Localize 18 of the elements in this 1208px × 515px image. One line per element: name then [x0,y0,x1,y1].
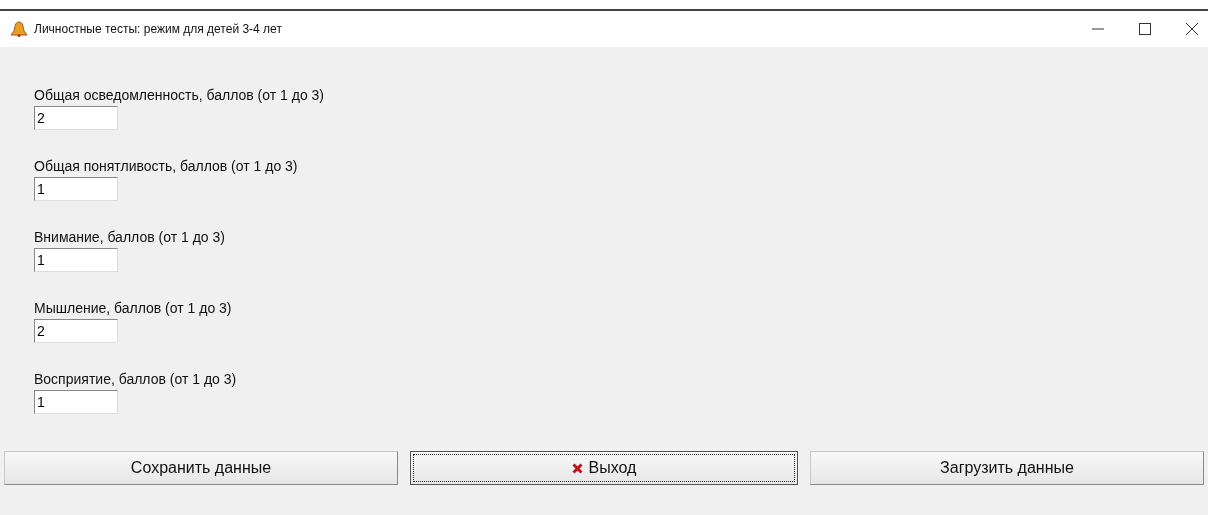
score-input[interactable]: 2 [34,319,118,343]
score-input[interactable]: 2 [34,106,118,130]
field-label: Восприятие, баллов (от 1 до 3) [34,371,237,387]
field-label: Общая осведомленность, баллов (от 1 до 3) [34,87,324,103]
app-bell-icon [10,21,28,37]
exit-button[interactable]: Выход [410,451,798,485]
score-input[interactable]: 1 [34,177,118,201]
field-label: Внимание, баллов (от 1 до 3) [34,229,225,245]
field-label: Общая понятливость, баллов (от 1 до 3) [34,158,298,174]
field-label: Мышление, баллов (от 1 до 3) [34,300,232,316]
load-button[interactable]: Загрузить данные [810,451,1204,485]
cross-icon [571,462,583,474]
window-title: Личностные тесты: режим для детей 3-4 лет [34,22,282,36]
score-input[interactable]: 1 [34,390,118,414]
close-icon[interactable] [1186,23,1198,35]
save-button[interactable]: Сохранить данные [4,451,398,485]
maximize-icon[interactable] [1139,23,1151,35]
score-input[interactable]: 1 [34,248,118,272]
